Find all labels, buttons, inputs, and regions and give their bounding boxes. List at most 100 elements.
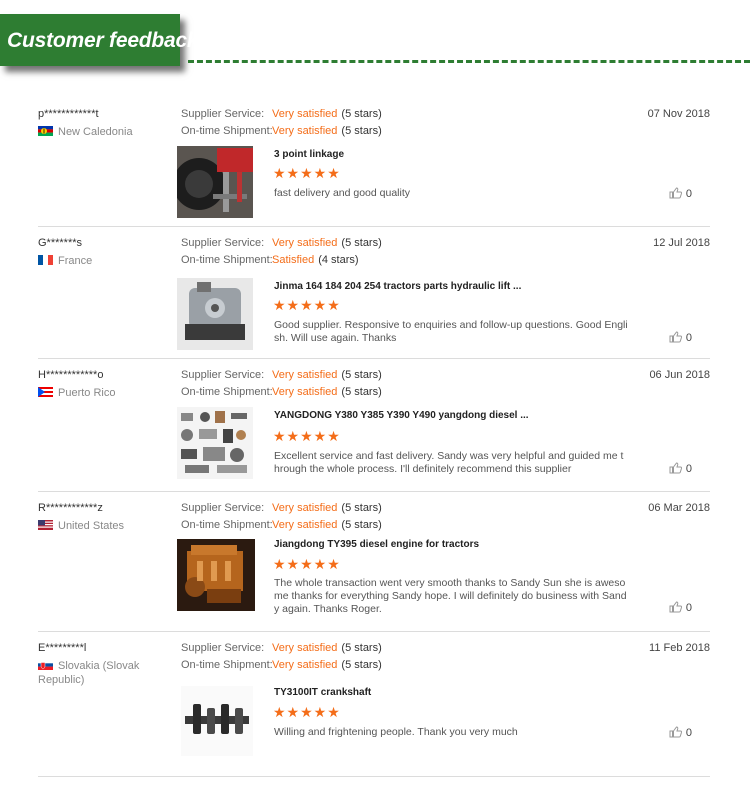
like-count: 0	[685, 727, 692, 739]
ontime-shipment-label: On-time Shipment:	[181, 386, 273, 398]
shipment-rating-stars: (5 stars)	[341, 386, 382, 398]
review-date: 06 Jun 2018	[649, 369, 710, 381]
like-button[interactable]: 0	[669, 726, 692, 739]
star-rating: ★★★★★	[273, 704, 341, 720]
ontime-shipment-rating: On-time Shipment:Very satisfied (5 stars)	[181, 125, 382, 137]
thumbs-up-icon	[669, 601, 682, 613]
star-rating: ★★★★★	[273, 165, 341, 181]
reviewer-name: G*******s	[38, 237, 83, 249]
product-link[interactable]: Jiangdong TY395 diesel engine for tracto…	[274, 539, 479, 550]
star-rating: ★★★★★	[273, 556, 341, 572]
like-button[interactable]: 0	[669, 187, 692, 200]
supplier-service-rating: Supplier Service: Very satisfied (5 stars)	[181, 108, 382, 120]
shipment-rating-stars: (5 stars)	[341, 519, 382, 531]
france-flag-icon	[38, 255, 53, 265]
new-caledonia-flag-icon	[38, 126, 53, 136]
shipment-rating-value: Very satisfied	[272, 125, 338, 137]
product-link[interactable]: YANGDONG Y380 Y385 Y390 Y490 yangdong di…	[274, 410, 529, 421]
shipment-rating-stars: (5 stars)	[341, 125, 382, 137]
ontime-shipment-rating: On-time Shipment:Satisfied (4 stars)	[181, 254, 359, 266]
review-comment: The whole transaction went very smooth t…	[274, 577, 627, 615]
supplier-service-rating: Supplier Service: Very satisfied (5 stars)	[181, 502, 382, 514]
ontime-shipment-rating: On-time Shipment:Very satisfied (5 stars)	[181, 386, 382, 398]
diesel-engine-icon	[177, 539, 255, 611]
product-link[interactable]: 3 point linkage	[274, 149, 344, 160]
reviewer-country: United States	[38, 519, 170, 533]
review-comment: Excellent service and fast delivery. San…	[274, 450, 624, 475]
review-item: E*********l Slovakia (Slovak Republic) S…	[38, 632, 710, 777]
reviewer-name: E*********l	[38, 642, 87, 654]
crankshaft-icon	[181, 686, 253, 756]
supplier-service-label: Supplier Service:	[181, 108, 265, 120]
supplier-rating-value: Very satisfied	[272, 642, 338, 654]
reviewer-country: New Caledonia	[38, 125, 170, 139]
shipment-rating-stars: (4 stars)	[318, 254, 359, 266]
header-tab: Customer feedback	[0, 14, 199, 66]
review-comment: Good supplier. Responsive to enquiries a…	[274, 319, 628, 344]
product-thumbnail[interactable]	[177, 146, 253, 218]
shipment-rating-stars: (5 stars)	[341, 659, 382, 671]
review-list: p************t New Caledonia Supplier Se…	[38, 98, 710, 777]
product-link[interactable]: TY3100IT crankshaft	[274, 687, 371, 698]
review-date: 06 Mar 2018	[648, 502, 710, 514]
like-button[interactable]: 0	[669, 462, 692, 475]
review-date: 07 Nov 2018	[647, 108, 710, 120]
supplier-service-label: Supplier Service:	[181, 642, 265, 654]
product-thumbnail[interactable]	[181, 686, 253, 756]
engine-parts-icon	[177, 407, 253, 479]
supplier-service-rating: Supplier Service: Very satisfied (5 stars)	[181, 237, 382, 249]
supplier-service-label: Supplier Service:	[181, 237, 265, 249]
supplier-rating-value: Very satisfied	[272, 502, 338, 514]
product-thumbnail[interactable]	[177, 407, 253, 479]
ontime-shipment-label: On-time Shipment:	[181, 125, 273, 137]
shipment-rating-value: Very satisfied	[272, 519, 338, 531]
ontime-shipment-rating: On-time Shipment:Very satisfied (5 stars)	[181, 659, 382, 671]
product-thumbnail[interactable]	[177, 539, 255, 611]
supplier-service-label: Supplier Service:	[181, 369, 265, 381]
hydraulic-pump-icon	[177, 278, 253, 350]
review-date: 11 Feb 2018	[649, 642, 710, 654]
like-count: 0	[685, 602, 692, 614]
united-states-flag-icon	[38, 520, 53, 530]
supplier-service-label: Supplier Service:	[181, 502, 265, 514]
ontime-shipment-label: On-time Shipment:	[181, 254, 273, 266]
country-name: Puerto Rico	[58, 387, 116, 399]
like-count: 0	[685, 188, 692, 200]
ontime-shipment-rating: On-time Shipment:Very satisfied (5 stars)	[181, 519, 382, 531]
like-button[interactable]: 0	[669, 331, 692, 344]
review-item: G*******s France Supplier Service: Very s…	[38, 227, 710, 359]
review-item: R************z United States Supplier Se…	[38, 492, 710, 632]
supplier-rating-value: Very satisfied	[272, 369, 338, 381]
product-link[interactable]: Jinma 164 184 204 254 tractors parts hyd…	[274, 281, 521, 292]
supplier-rating-value: Very satisfied	[272, 108, 338, 120]
reviewer-country: Puerto Rico	[38, 386, 170, 400]
supplier-rating-value: Very satisfied	[272, 237, 338, 249]
shipment-rating-value: Very satisfied	[272, 386, 338, 398]
reviewer-name: H************o	[38, 369, 104, 381]
page-title: Customer feedback	[7, 29, 199, 52]
supplier-service-rating: Supplier Service: Very satisfied (5 stars)	[181, 369, 382, 381]
supplier-service-rating: Supplier Service: Very satisfied (5 stars)	[181, 642, 382, 654]
shipment-rating-value: Very satisfied	[272, 659, 338, 671]
review-item: H************o Puerto Rico Supplier Serv…	[38, 359, 710, 492]
like-button[interactable]: 0	[669, 601, 692, 614]
country-name: France	[58, 255, 93, 267]
puerto-rico-flag-icon	[38, 387, 53, 397]
supplier-rating-stars: (5 stars)	[341, 108, 382, 120]
header-divider	[188, 60, 750, 63]
reviewer-country: France	[38, 254, 170, 268]
review-comment: Willing and frightening people. Thank yo…	[274, 726, 518, 738]
supplier-rating-stars: (5 stars)	[341, 642, 382, 654]
thumbs-up-icon	[669, 331, 682, 343]
review-comment: fast delivery and good quality	[274, 187, 411, 199]
review-date: 12 Jul 2018	[653, 237, 710, 249]
supplier-rating-stars: (5 stars)	[341, 369, 382, 381]
thumbs-up-icon	[669, 187, 682, 199]
star-rating: ★★★★★	[273, 297, 341, 313]
review-item: p************t New Caledonia Supplier Se…	[38, 98, 710, 227]
reviewer-name: p************t	[38, 108, 99, 120]
slovakia-flag-icon	[38, 660, 53, 670]
like-count: 0	[685, 463, 692, 475]
thumbs-up-icon	[669, 462, 682, 474]
product-thumbnail[interactable]	[177, 278, 253, 350]
